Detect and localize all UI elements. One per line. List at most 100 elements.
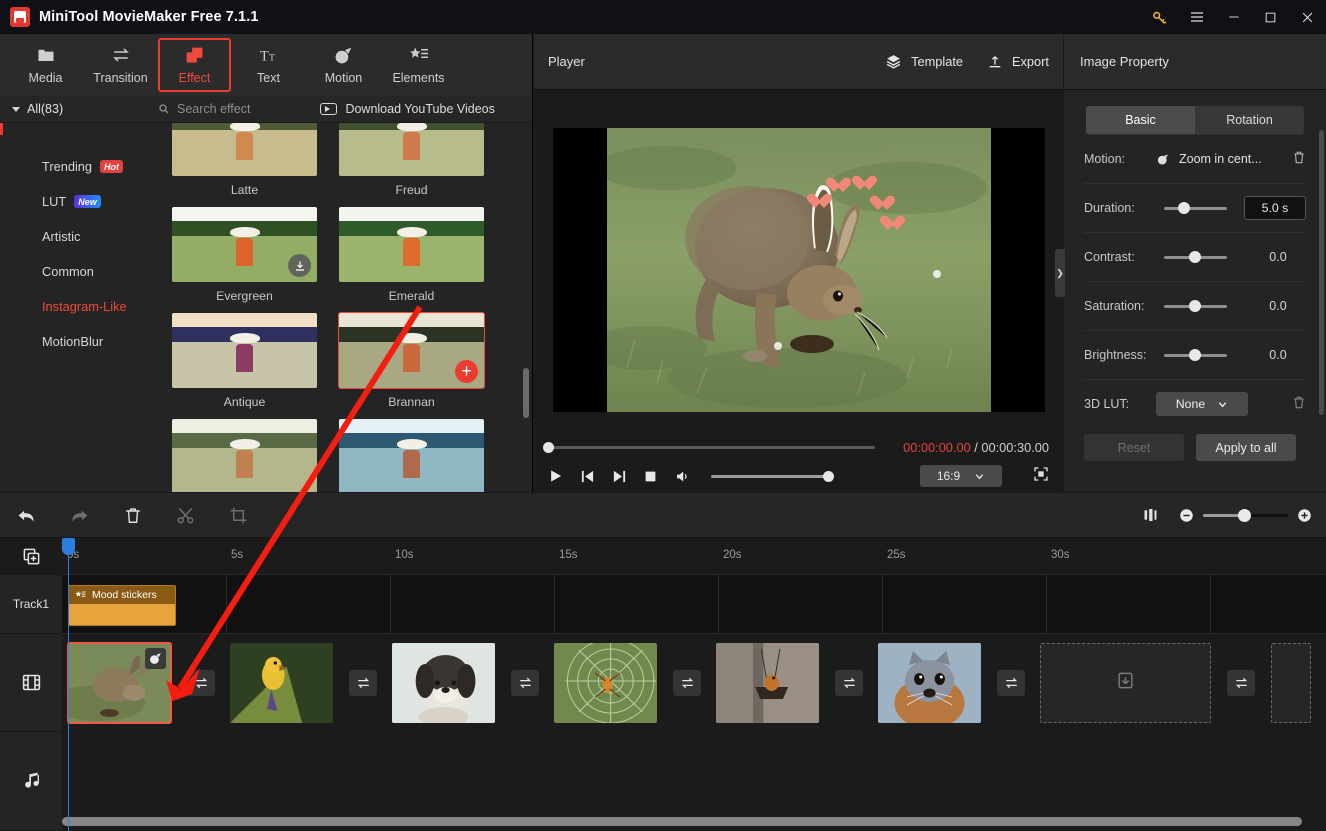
zoom-knob[interactable] — [1238, 509, 1251, 522]
sticker-clip[interactable]: Mood stickers — [68, 585, 176, 626]
tab-effect[interactable]: Effect — [158, 38, 231, 92]
duration-knob[interactable] — [1178, 202, 1190, 214]
zoom-out-button[interactable] — [1179, 508, 1194, 523]
reset-button[interactable]: Reset — [1084, 434, 1184, 461]
tab-motion[interactable]: Motion — [306, 38, 381, 92]
effect-thumbnail[interactable] — [172, 207, 317, 282]
collapse-panel-chevron-icon[interactable]: ❯ — [1055, 249, 1065, 297]
audio-track-head[interactable] — [0, 732, 62, 830]
delete-lut-icon[interactable] — [1292, 395, 1306, 413]
transition-button[interactable] — [997, 670, 1025, 696]
feeder-clip[interactable] — [716, 643, 819, 723]
effect-thumbnail[interactable] — [172, 123, 317, 176]
brightness-knob[interactable] — [1189, 349, 1201, 361]
category-item[interactable]: MotionBlur — [0, 324, 148, 359]
effect-thumbnail[interactable] — [172, 419, 317, 492]
hare-clip[interactable] — [68, 643, 171, 723]
transition-button[interactable] — [673, 670, 701, 696]
download-youtube-videos-button[interactable]: Download YouTube Videos — [320, 102, 494, 116]
seek-knob[interactable] — [543, 442, 554, 453]
play-button[interactable] — [548, 468, 563, 484]
category-item[interactable]: Common — [0, 254, 148, 289]
tab-transition[interactable]: Transition — [83, 38, 158, 92]
download-effect-icon[interactable] — [288, 254, 311, 277]
transition-button[interactable] — [835, 670, 863, 696]
effect-thumbnail[interactable]: + — [339, 313, 484, 388]
redo-button[interactable] — [53, 493, 106, 538]
lut-dropdown[interactable]: None — [1156, 392, 1248, 416]
previous-frame-button[interactable] — [580, 469, 595, 484]
effect-cell[interactable]: Antique — [172, 313, 317, 415]
duration-value[interactable]: 5.0 s — [1244, 196, 1306, 220]
timeline-horizontal-scrollbar[interactable] — [62, 817, 1302, 826]
transition-button[interactable] — [511, 670, 539, 696]
video-track-row[interactable] — [62, 634, 1326, 732]
fullscreen-button[interactable] — [1033, 466, 1049, 487]
dog-clip[interactable] — [392, 643, 495, 723]
effect-thumbnail[interactable] — [339, 207, 484, 282]
effect-thumbnail[interactable] — [339, 123, 484, 176]
bird-clip[interactable] — [230, 643, 333, 723]
effect-cell[interactable]: Cool — [339, 419, 484, 492]
tab-text[interactable]: TT Text — [231, 38, 306, 92]
timeline-ruler[interactable]: 0s5s10s15s20s25s30s — [62, 538, 1326, 574]
add-media-placeholder[interactable] — [1271, 643, 1311, 723]
add-track-button[interactable] — [0, 538, 62, 574]
category-item[interactable]: Instagram-Like — [0, 289, 148, 324]
effect-cell[interactable]: Evergreen — [172, 207, 317, 309]
volume-slider[interactable] — [711, 475, 829, 478]
zoom-in-button[interactable] — [1297, 508, 1312, 523]
delete-motion-icon[interactable] — [1292, 150, 1306, 168]
apply-to-all-button[interactable]: Apply to all — [1196, 434, 1296, 461]
category-item[interactable]: Trending Hot — [0, 149, 148, 184]
export-button[interactable]: Export — [987, 54, 1049, 70]
property-tab[interactable]: Rotation — [1195, 106, 1304, 134]
audio-track-row[interactable] — [62, 732, 1326, 830]
clip-motion-badge-icon[interactable] — [145, 648, 166, 669]
crop-button[interactable] — [212, 493, 265, 538]
delete-button[interactable] — [106, 493, 159, 538]
add-effect-icon[interactable]: + — [455, 360, 478, 383]
tab-media[interactable]: Media — [8, 38, 83, 92]
split-view-icon[interactable] — [1142, 507, 1159, 523]
seek-slider[interactable] — [548, 446, 875, 449]
saturation-knob[interactable] — [1189, 300, 1201, 312]
search-effect-input[interactable]: Search effect — [158, 102, 250, 116]
tab-elements[interactable]: Elements — [381, 38, 456, 92]
effect-cell[interactable]: + Brannan — [339, 313, 484, 415]
transition-button[interactable] — [187, 670, 215, 696]
property-tab[interactable]: Basic — [1086, 106, 1195, 134]
brightness-slider[interactable] — [1164, 354, 1227, 357]
menu-hamburger-icon[interactable] — [1178, 0, 1215, 34]
track1-head[interactable]: Track1 — [0, 574, 62, 634]
effect-cell[interactable]: Emerald — [339, 207, 484, 309]
activate-key-icon[interactable] — [1141, 0, 1178, 34]
transition-button[interactable] — [1227, 670, 1255, 696]
property-panel-scrollbar[interactable] — [1319, 130, 1324, 415]
category-item[interactable]: LUT New — [0, 184, 148, 219]
timeline-zoom-slider[interactable] — [1203, 514, 1288, 517]
maximize-button[interactable] — [1252, 0, 1289, 34]
playhead[interactable] — [68, 538, 69, 831]
video-track-head[interactable] — [0, 634, 62, 732]
effect-cell[interactable]: Brooklyn — [172, 419, 317, 492]
effect-thumbnail[interactable] — [339, 419, 484, 492]
contrast-knob[interactable] — [1189, 251, 1201, 263]
track1-row[interactable]: Mood stickers — [62, 574, 1326, 634]
transition-button[interactable] — [349, 670, 377, 696]
effect-cell[interactable]: Latte — [172, 123, 317, 203]
minimize-button[interactable] — [1215, 0, 1252, 34]
spider-clip[interactable] — [554, 643, 657, 723]
effect-cell[interactable]: Freud — [339, 123, 484, 203]
saturation-slider[interactable] — [1164, 305, 1227, 308]
effect-grid-scrollbar[interactable] — [523, 368, 529, 418]
close-button[interactable] — [1289, 0, 1326, 34]
category-filter-dropdown[interactable]: All(83) — [0, 102, 148, 116]
motion-value[interactable]: Zoom in cent... — [1179, 152, 1262, 166]
aspect-ratio-dropdown[interactable]: 16:9 — [920, 465, 1002, 487]
category-item[interactable]: Artistic — [0, 219, 148, 254]
squirrel-clip[interactable] — [878, 643, 981, 723]
duration-slider[interactable] — [1164, 207, 1227, 210]
template-button[interactable]: Template — [885, 53, 963, 70]
volume-icon[interactable] — [674, 469, 690, 484]
